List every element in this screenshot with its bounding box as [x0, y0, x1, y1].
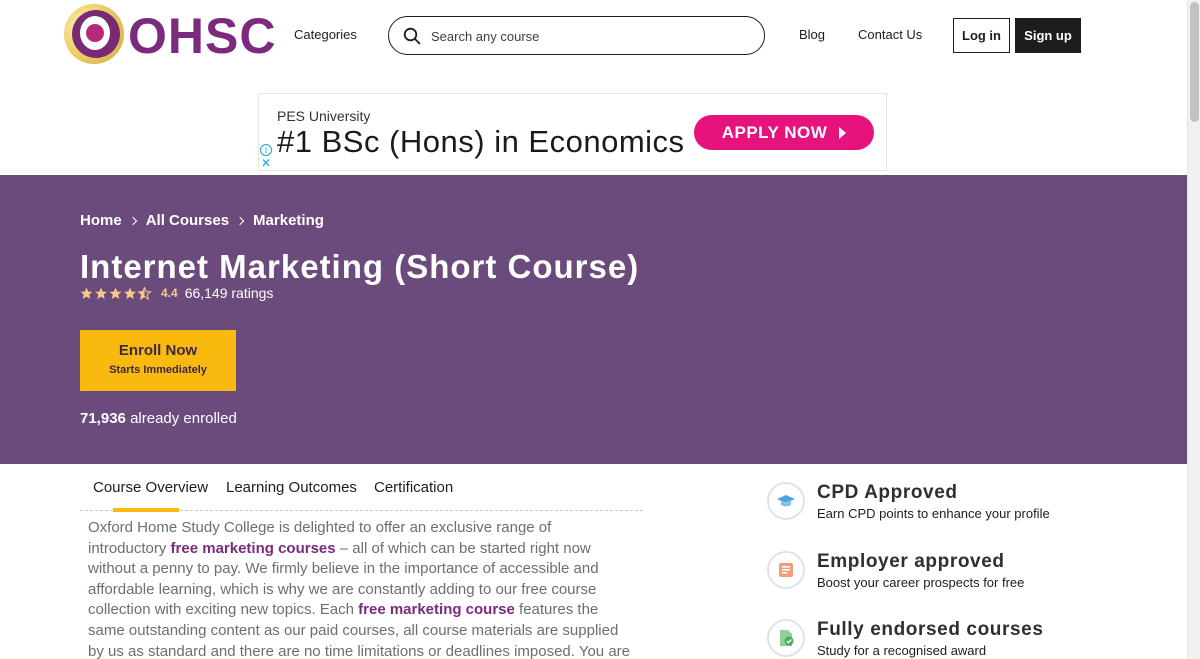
- chevron-right-icon: [235, 216, 245, 225]
- ohsc-logo[interactable]: OHSC: [64, 4, 275, 66]
- scrollbar-thumb[interactable]: [1190, 2, 1199, 122]
- tab-course-overview[interactable]: Course Overview: [93, 479, 208, 496]
- enroll-now-button[interactable]: Enroll Now Starts Immediately: [80, 330, 236, 391]
- breadcrumb: Home All Courses Marketing: [80, 212, 324, 229]
- ad-info-icon[interactable]: i: [260, 144, 272, 156]
- breadcrumb-all-courses[interactable]: All Courses: [146, 212, 229, 229]
- contact-us-link[interactable]: Contact Us: [858, 27, 922, 42]
- breadcrumb-marketing[interactable]: Marketing: [253, 212, 324, 229]
- chevron-right-icon: [128, 216, 137, 225]
- tab-learning-outcomes[interactable]: Learning Outcomes: [226, 479, 357, 496]
- ad-close-icon[interactable]: ✕: [261, 157, 271, 169]
- search-input[interactable]: [431, 26, 751, 46]
- logo-text: OHSC: [128, 8, 277, 64]
- sign-up-button[interactable]: Sign up: [1015, 18, 1081, 53]
- breadcrumb-home[interactable]: Home: [80, 212, 122, 229]
- course-hero: Home All Courses Marketing Internet Mark…: [0, 175, 1187, 464]
- rating-score: 4.4: [161, 286, 178, 300]
- ratings-count: 66,149 ratings: [184, 285, 274, 301]
- blog-link[interactable]: Blog: [799, 27, 825, 42]
- site-header: OHSC Categories Blog Contact Us Log in S…: [0, 0, 1187, 75]
- ad-university: PES University: [277, 108, 371, 124]
- page-scrollbar[interactable]: [1187, 0, 1200, 659]
- document-check-icon: [767, 619, 805, 657]
- ad-apply-now-button[interactable]: APPLY NOW: [694, 115, 874, 150]
- log-in-button[interactable]: Log in: [953, 18, 1010, 53]
- play-arrow-icon: [839, 126, 847, 139]
- search-bar[interactable]: [388, 16, 765, 55]
- search-icon: [403, 27, 421, 45]
- active-tab-indicator: [113, 508, 179, 512]
- ad-headline: #1 BSc (Hons) in Economics: [277, 124, 685, 159]
- course-overview-text: Oxford Home Study College is delighted t…: [88, 519, 630, 659]
- course-rating: 4.4 66,149 ratings: [80, 285, 273, 301]
- tab-certification[interactable]: Certification: [374, 479, 453, 496]
- advertisement-banner[interactable]: PES University #1 BSc (Hons) in Economic…: [258, 93, 887, 171]
- graduation-cap-icon: [767, 482, 805, 520]
- categories-link[interactable]: Categories: [294, 27, 357, 42]
- enrolled-count: 71,936 already enrolled: [80, 410, 237, 427]
- course-tabs: Course Overview Learning Outcomes Certif…: [80, 466, 643, 511]
- course-title: Internet Marketing (Short Course): [80, 248, 640, 285]
- certificate-icon: [767, 551, 805, 589]
- star-rating-icon: [80, 286, 152, 300]
